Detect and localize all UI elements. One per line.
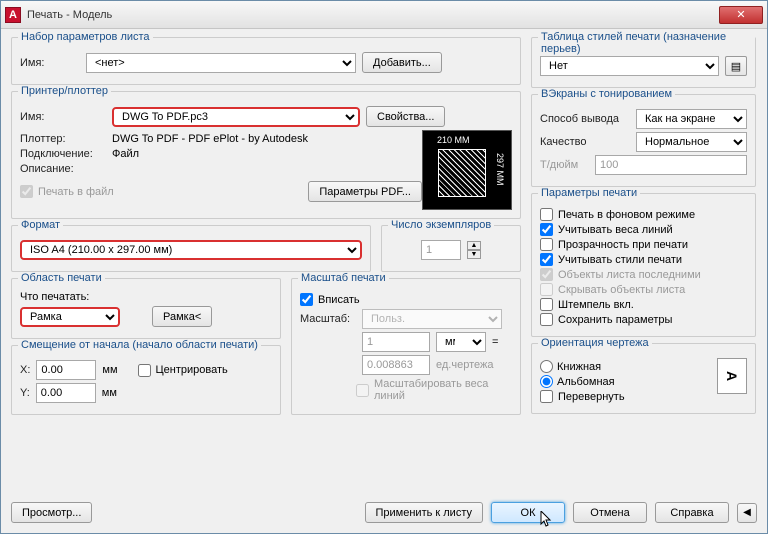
- paper-format-select[interactable]: ISO A4 (210.00 x 297.00 мм): [20, 240, 362, 260]
- frame-pick-button[interactable]: Рамка<: [152, 306, 212, 327]
- printer-group: Принтер/плоттер Имя: DWG To PDF.pc3 Свой…: [11, 91, 521, 219]
- ok-button[interactable]: ОК: [491, 502, 565, 523]
- stamp-checkbox[interactable]: [540, 298, 553, 311]
- drawing-unit-input: [362, 355, 430, 375]
- page-setup-name-select[interactable]: <нет>: [86, 53, 356, 73]
- copies-spinner: ▲▼: [467, 241, 481, 259]
- landscape-radio[interactable]: [540, 375, 553, 388]
- plot-area-group: Область печати Что печатать: Рамка Рамка…: [11, 278, 281, 339]
- orientation-group: Ориентация чертежа Книжная Альбомная Пер…: [531, 343, 756, 414]
- portrait-radio[interactable]: [540, 360, 553, 373]
- flip-checkbox[interactable]: [540, 390, 553, 403]
- center-checkbox[interactable]: [138, 364, 151, 377]
- lw-checkbox[interactable]: [540, 223, 553, 236]
- close-button[interactable]: ✕: [719, 6, 763, 24]
- orientation-icon: A: [717, 358, 747, 394]
- print-dialog: A Печать - Модель ✕ Набор параметров лис…: [0, 0, 768, 534]
- bg-checkbox[interactable]: [540, 208, 553, 221]
- dialog-footer: Просмотр... Применить к листу ОК Отмена …: [1, 496, 767, 533]
- preview-button[interactable]: Просмотр...: [11, 502, 92, 523]
- save-checkbox[interactable]: [540, 313, 553, 326]
- cursor-icon: [540, 511, 554, 529]
- dpi-input: [595, 155, 747, 175]
- apply-button[interactable]: Применить к листу: [365, 502, 484, 523]
- titlebar: A Печать - Модель ✕: [1, 1, 767, 29]
- unit-select[interactable]: мм: [436, 332, 486, 352]
- fit-checkbox[interactable]: [300, 293, 313, 306]
- hide-sheets-checkbox: [540, 283, 553, 296]
- add-page-setup-button[interactable]: Добавить...: [362, 52, 442, 73]
- plot-area-select[interactable]: Рамка: [20, 307, 120, 327]
- copies-input: [421, 240, 461, 260]
- scale-unit-input: [362, 332, 430, 352]
- page-setup-group: Набор параметров листа Имя: <нет> Добави…: [11, 37, 521, 85]
- plot-style-edit-button[interactable]: ▤: [725, 56, 747, 76]
- pdf-params-button[interactable]: Параметры PDF...: [308, 181, 422, 202]
- plot-style-select[interactable]: Нет: [540, 56, 719, 76]
- window-title: Печать - Модель: [27, 9, 719, 21]
- format-group: Формат ISO A4 (210.00 x 297.00 мм): [11, 225, 371, 272]
- help-button[interactable]: Справка: [655, 502, 729, 523]
- scale-group: Масштаб печати Вписать Масштаб: Польз. м…: [291, 278, 521, 415]
- app-icon: A: [5, 7, 21, 23]
- scale-lw-checkbox: [356, 384, 369, 397]
- expand-button[interactable]: ◀: [737, 503, 757, 523]
- offset-y-input[interactable]: [36, 383, 96, 403]
- trans-checkbox[interactable]: [540, 238, 553, 251]
- cancel-button[interactable]: Отмена: [573, 502, 647, 523]
- offset-group: Смещение от начала (начало области печат…: [11, 345, 281, 415]
- copies-group: Число экземпляров ▲▼: [381, 225, 521, 272]
- shade-mode-select[interactable]: Как на экране: [636, 109, 747, 129]
- viewport-group: ВЭкраны с тонированием Способ выводаКак …: [531, 94, 756, 187]
- paper-preview: 210 MM 297 MM: [422, 130, 512, 210]
- scale-select: Польз.: [362, 309, 502, 329]
- printer-properties-button[interactable]: Свойства...: [366, 106, 445, 127]
- styles-checkbox[interactable]: [540, 253, 553, 266]
- print-to-file-checkbox: [20, 185, 33, 198]
- paper-last-checkbox: [540, 268, 553, 281]
- plot-style-group: Таблица стилей печати (назначение перьев…: [531, 37, 756, 88]
- offset-x-input[interactable]: [36, 360, 96, 380]
- quality-select[interactable]: Нормальное: [636, 132, 747, 152]
- plot-params-group: Параметры печати Печать в фоновом режиме…: [531, 193, 756, 337]
- printer-name-select[interactable]: DWG To PDF.pc3: [112, 107, 360, 127]
